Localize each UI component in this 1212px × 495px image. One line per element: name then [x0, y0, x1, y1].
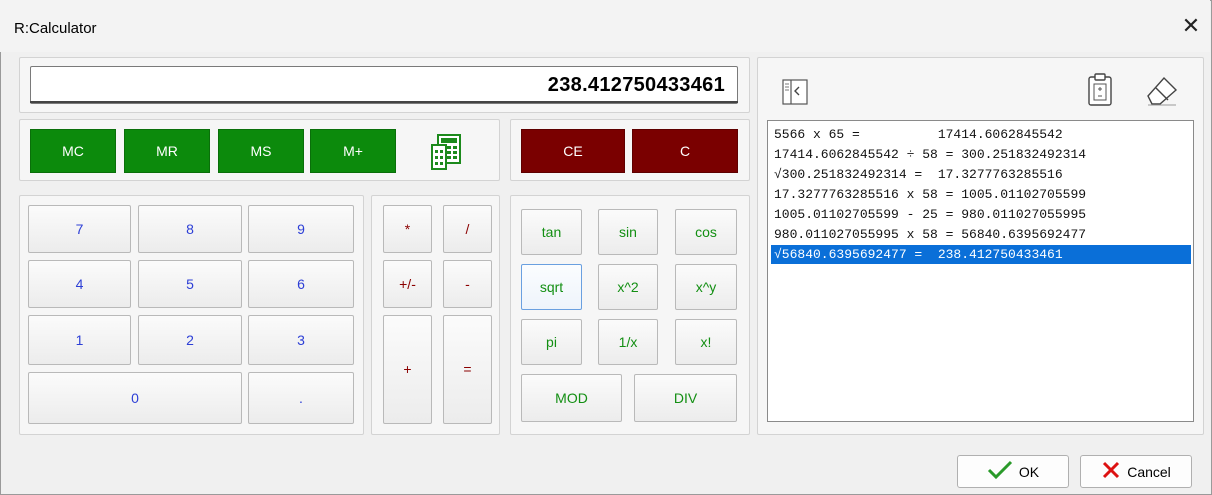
key-6[interactable]: 6 [248, 260, 354, 308]
window-title: R:Calculator [14, 20, 97, 37]
history-line[interactable]: 980.011027055995 x 58 = 56840.6395692477 [771, 225, 1191, 244]
eraser-icon[interactable] [1142, 72, 1182, 108]
equals-button[interactable]: = [443, 315, 492, 424]
key-0[interactable]: 0 [28, 372, 242, 424]
result-display: 238.412750433461 [30, 66, 738, 104]
calculator-icon[interactable] [430, 133, 464, 171]
m-plus-button[interactable]: M+ [310, 129, 396, 173]
ce-button[interactable]: CE [521, 129, 625, 173]
history-line[interactable]: 1005.01102705599 - 25 = 980.011027055995 [771, 205, 1191, 224]
div-button[interactable]: DIV [634, 374, 737, 422]
close-icon[interactable]: ✕ [1180, 15, 1202, 37]
key-5[interactable]: 5 [138, 260, 242, 308]
key-2[interactable]: 2 [138, 315, 242, 365]
cancel-button[interactable]: Cancel [1080, 455, 1192, 488]
add-button[interactable]: + [383, 315, 432, 424]
tan-button[interactable]: tan [521, 209, 582, 255]
negate-button[interactable]: +/- [383, 260, 432, 308]
cross-icon [1101, 460, 1121, 483]
history-line-selected[interactable]: √56840.6395692477 = 238.412750433461 [771, 245, 1191, 264]
history-line[interactable]: 17.3277763285516 x 58 = 1005.01102705599 [771, 185, 1191, 204]
cos-button[interactable]: cos [675, 209, 737, 255]
ms-button[interactable]: MS [218, 129, 304, 173]
square-button[interactable]: x^2 [598, 264, 658, 310]
reciprocal-button[interactable]: 1/x [598, 319, 658, 365]
sin-button[interactable]: sin [598, 209, 658, 255]
key-decimal[interactable]: . [248, 372, 354, 424]
key-1[interactable]: 1 [28, 315, 131, 365]
subtract-button[interactable]: - [443, 260, 492, 308]
checkmark-icon [987, 460, 1013, 483]
factorial-button[interactable]: x! [675, 319, 737, 365]
key-8[interactable]: 8 [138, 205, 242, 253]
panel-collapse-icon[interactable] [780, 77, 810, 107]
ok-label: OK [1018, 463, 1040, 480]
ok-button[interactable]: OK [957, 455, 1069, 488]
c-button[interactable]: C [632, 129, 738, 173]
divide-button[interactable]: / [443, 205, 492, 253]
key-3[interactable]: 3 [248, 315, 354, 365]
multiply-button[interactable]: * [383, 205, 432, 253]
clipboard-icon[interactable] [1085, 72, 1115, 108]
history-line[interactable]: 17414.6062845542 ÷ 58 = 300.251832492314 [771, 145, 1191, 164]
key-4[interactable]: 4 [28, 260, 131, 308]
sqrt-button[interactable]: sqrt [521, 264, 582, 310]
key-7[interactable]: 7 [28, 205, 131, 253]
cancel-label: Cancel [1127, 463, 1171, 480]
mr-button[interactable]: MR [124, 129, 210, 173]
history-list[interactable]: 5566 x 65 = 17414.6062845542 17414.60628… [767, 120, 1194, 422]
power-button[interactable]: x^y [675, 264, 737, 310]
history-line[interactable]: √300.251832492314 = 17.3277763285516 [771, 165, 1191, 184]
pi-button[interactable]: pi [521, 319, 582, 365]
mc-button[interactable]: MC [30, 129, 116, 173]
mod-button[interactable]: MOD [521, 374, 622, 422]
display-underline [30, 101, 738, 103]
history-line[interactable]: 5566 x 65 = 17414.6062845542 [771, 125, 1191, 144]
title-bar: R:Calculator ✕ [0, 0, 1210, 52]
key-9[interactable]: 9 [248, 205, 354, 253]
